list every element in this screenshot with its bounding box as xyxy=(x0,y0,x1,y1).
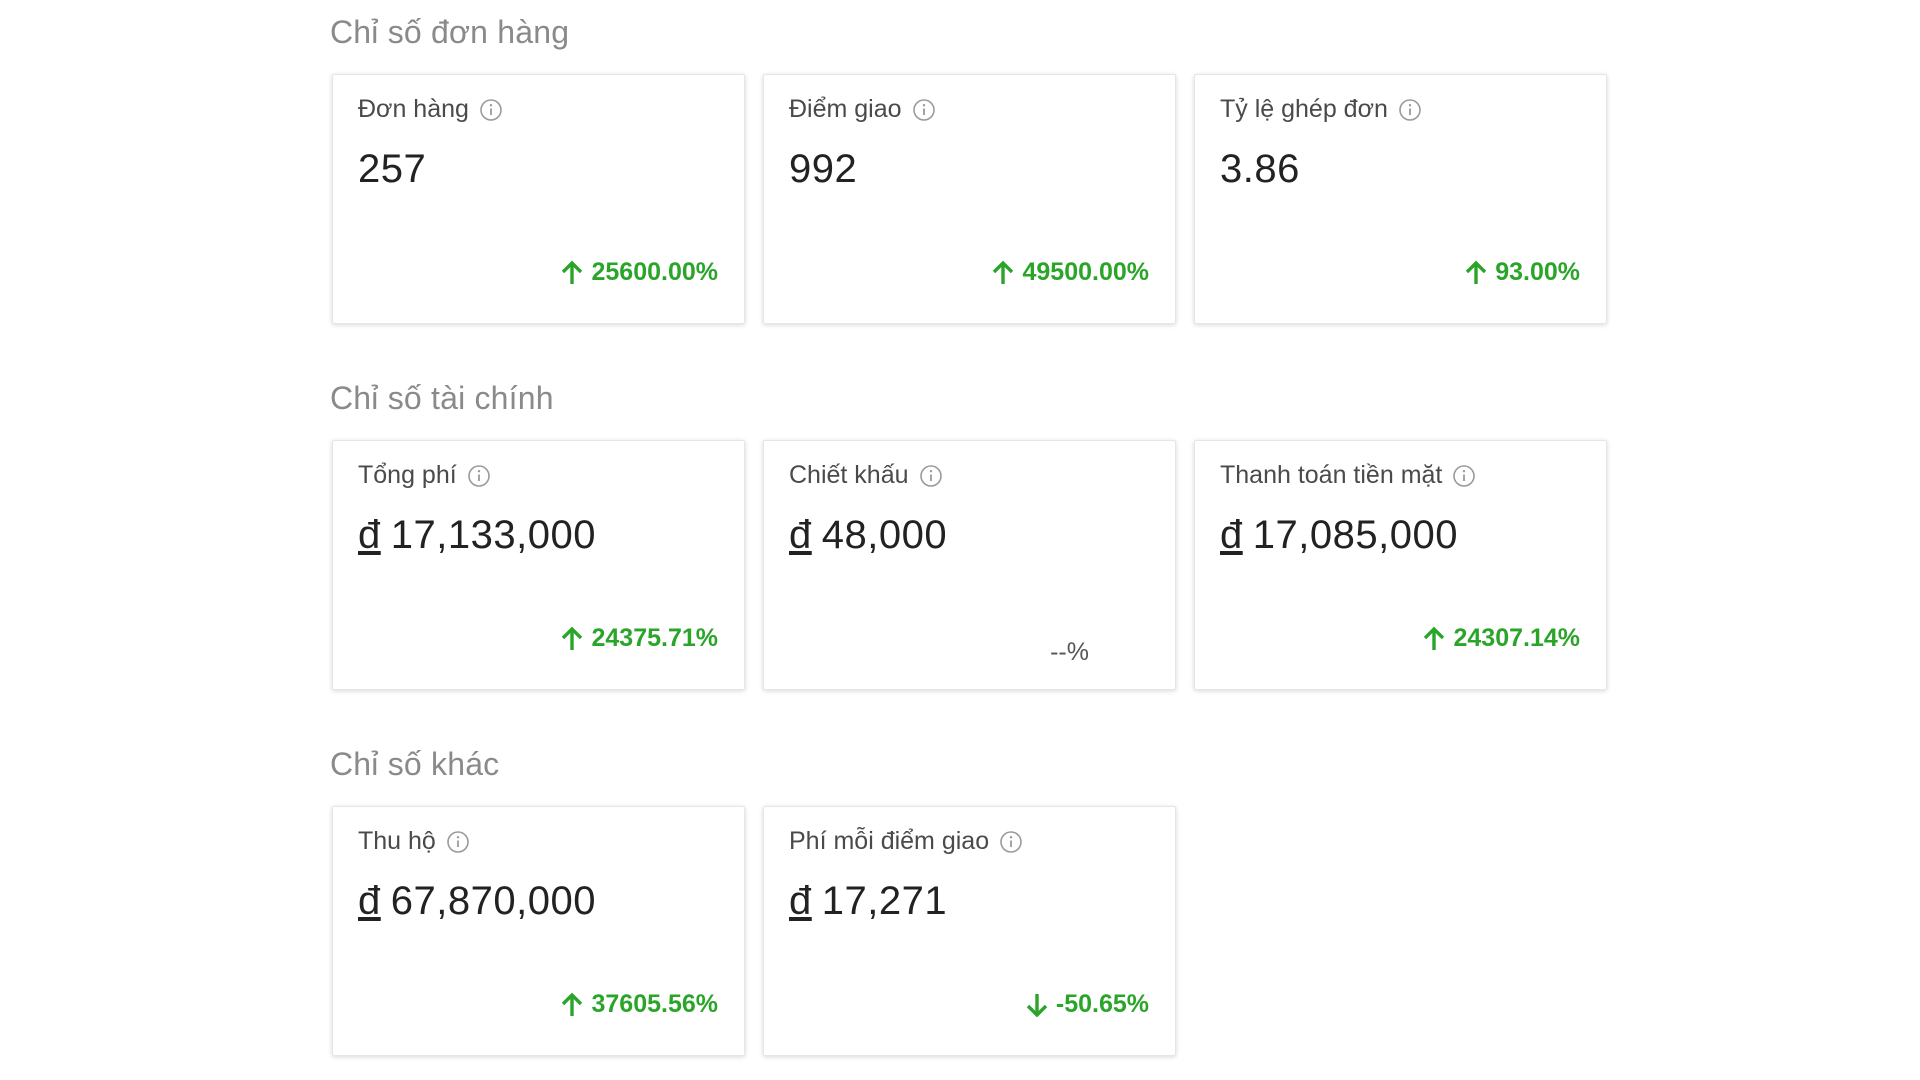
info-icon[interactable] xyxy=(919,464,943,488)
metric-value: 992 xyxy=(789,147,858,191)
metric-value: 257 xyxy=(358,147,427,191)
orders-card-row: Đơn hàng 257 25600.00% Điểm giao 992 495… xyxy=(332,74,1607,324)
metric-value: đ 67,870,000 xyxy=(358,879,596,923)
metric-value: đ 17,133,000 xyxy=(358,513,596,557)
metric-card-cod: Thu hộ đ 67,870,000 37605.56% xyxy=(332,806,745,1056)
info-icon[interactable] xyxy=(479,98,503,122)
metric-label: Thanh toán tiền mặt xyxy=(1220,461,1443,489)
metric-label: Đơn hàng xyxy=(358,95,469,123)
metric-value: 3.86 xyxy=(1220,147,1300,191)
arrow-up-icon xyxy=(559,625,585,653)
metric-change: 24375.71% xyxy=(559,624,718,653)
metric-card-cash-payment: Thanh toán tiền mặt đ 17,085,000 24307.14… xyxy=(1194,440,1607,690)
currency-symbol: đ xyxy=(358,513,381,557)
metric-change: 49500.00% xyxy=(990,258,1149,287)
metric-change: --% xyxy=(1050,638,1089,666)
currency-symbol: đ xyxy=(789,879,812,923)
currency-symbol: đ xyxy=(789,513,812,557)
section-title-other: Chỉ số khác xyxy=(330,746,500,782)
metric-card-order-merge-rate: Tỷ lệ ghép đơn 3.86 93.00% xyxy=(1194,74,1607,324)
arrow-up-icon xyxy=(1421,625,1447,653)
metric-value: đ 17,271 xyxy=(789,879,948,923)
metric-change: -50.65% xyxy=(1024,990,1149,1019)
arrow-up-icon xyxy=(1463,259,1489,287)
other-card-row: Thu hộ đ 67,870,000 37605.56% Phí mỗi điể… xyxy=(332,806,1176,1056)
metric-value: đ 48,000 xyxy=(789,513,948,557)
metric-change: 25600.00% xyxy=(559,258,718,287)
currency-symbol: đ xyxy=(358,879,381,923)
info-icon[interactable] xyxy=(467,464,491,488)
arrow-up-icon xyxy=(559,259,585,287)
metric-change: 24307.14% xyxy=(1421,624,1580,653)
metric-card-orders: Đơn hàng 257 25600.00% xyxy=(332,74,745,324)
metric-label: Phí mỗi điểm giao xyxy=(789,827,990,855)
metric-label: Tỷ lệ ghép đơn xyxy=(1220,95,1388,123)
currency-symbol: đ xyxy=(1220,513,1243,557)
metric-card-total-fee: Tổng phí đ 17,133,000 24375.71% xyxy=(332,440,745,690)
info-icon[interactable] xyxy=(999,830,1023,854)
metric-change: 93.00% xyxy=(1463,258,1580,287)
metric-label: Điểm giao xyxy=(789,95,902,123)
info-icon[interactable] xyxy=(446,830,470,854)
metric-label: Thu hộ xyxy=(358,827,436,855)
metric-value: đ 17,085,000 xyxy=(1220,513,1458,557)
metric-change: 37605.56% xyxy=(559,990,718,1019)
metric-card-fee-per-point: Phí mỗi điểm giao đ 17,271 -50.65% xyxy=(763,806,1176,1056)
info-icon[interactable] xyxy=(1452,464,1476,488)
metric-card-delivery-points: Điểm giao 992 49500.00% xyxy=(763,74,1176,324)
arrow-down-icon xyxy=(1024,991,1050,1019)
section-title-orders: Chỉ số đơn hàng xyxy=(330,14,570,50)
info-icon[interactable] xyxy=(912,98,936,122)
section-title-finance: Chỉ số tài chính xyxy=(330,380,554,416)
metric-label: Chiết khấu xyxy=(789,461,909,489)
arrow-up-icon xyxy=(559,991,585,1019)
metric-label: Tổng phí xyxy=(358,461,457,489)
finance-card-row: Tổng phí đ 17,133,000 24375.71% Chiết khấ… xyxy=(332,440,1607,690)
metric-card-discount: Chiết khấu đ 48,000 --% xyxy=(763,440,1176,690)
arrow-up-icon xyxy=(990,259,1016,287)
info-icon[interactable] xyxy=(1398,98,1422,122)
